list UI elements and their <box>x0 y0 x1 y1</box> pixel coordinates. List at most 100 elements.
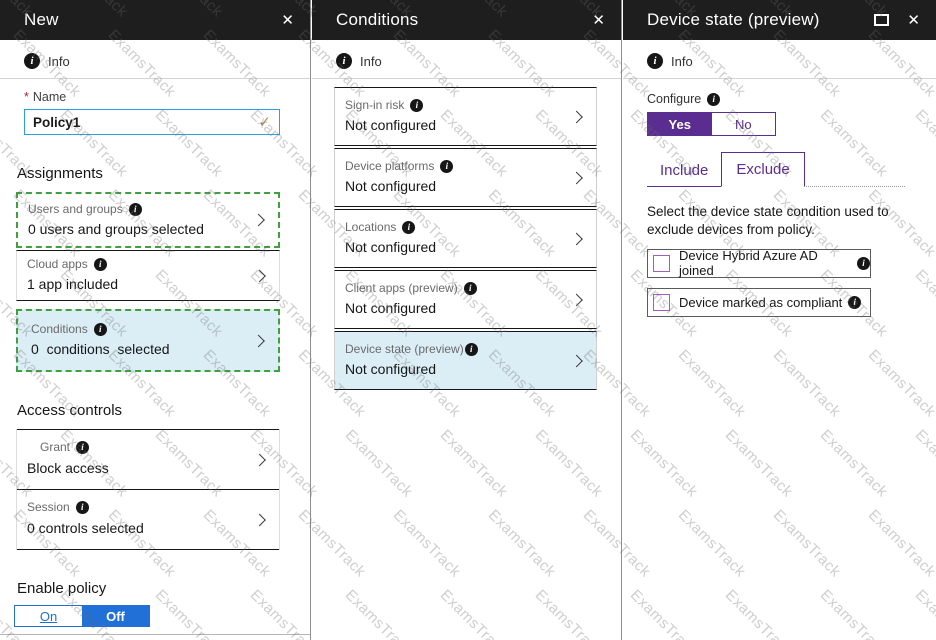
card-value: 1 app included <box>27 276 119 292</box>
card-value: Not configured <box>345 361 437 377</box>
close-icon[interactable]: ✕ <box>281 13 294 28</box>
option-marked-as-compliant[interactable]: Device marked as compliant i <box>647 287 871 317</box>
name-field-block: *Name ✓ <box>24 90 280 135</box>
card-users-and-groups[interactable]: Users and groups i 0 users and groups se… <box>16 192 280 248</box>
divider <box>0 78 310 79</box>
tab-exclude[interactable]: Exclude <box>721 152 805 187</box>
info-icon[interactable]: i <box>93 257 107 271</box>
name-field-label: * Name <box>24 90 280 104</box>
chevron-right-icon <box>570 293 583 306</box>
enable-policy-toggle: On Off <box>14 605 150 627</box>
info-label: Info <box>671 53 693 69</box>
configure-toggle: Yes No <box>647 112 776 136</box>
assignments-cards: Users and groups i 0 users and groups se… <box>0 192 310 372</box>
chevron-right-icon <box>570 110 583 123</box>
chevron-right-icon <box>252 334 265 347</box>
info-icon[interactable]: i <box>75 500 89 514</box>
option-label: Device Hybrid Azure AD joined <box>679 248 818 279</box>
info-icon[interactable]: i <box>464 342 478 356</box>
chevron-right-icon <box>252 213 265 227</box>
info-icon: i <box>336 53 352 69</box>
info-icon[interactable]: i <box>463 281 477 295</box>
azure-portal-blades: New ✕ i Info *Name ✓ Assignments Users a… <box>0 0 936 640</box>
card-device-platforms[interactable]: Device platforms i Not configured <box>334 148 597 207</box>
info-banner[interactable]: i Info <box>336 53 621 69</box>
enable-policy-heading: Enable policy <box>17 580 107 597</box>
option-hybrid-azure-ad-joined[interactable]: Device Hybrid Azure AD joined i <box>647 248 871 279</box>
card-value: Not configured <box>345 300 437 316</box>
blade-title: New <box>24 10 59 29</box>
info-banner[interactable]: i Info <box>647 53 936 69</box>
card-grant[interactable]: Grant i Block access <box>17 429 279 489</box>
info-icon[interactable]: i <box>707 92 721 106</box>
card-device-state[interactable]: Device state (preview) i Not configured <box>334 331 597 390</box>
card-cloud-apps[interactable]: Cloud apps i 1 app included <box>16 250 280 301</box>
card-value: Not configured <box>345 178 437 194</box>
checkbox[interactable] <box>653 293 670 311</box>
blade-title: Device state (preview) <box>647 10 820 29</box>
info-icon: i <box>24 53 40 69</box>
close-icon[interactable]: ✕ <box>592 13 605 28</box>
required-marker: * <box>24 90 29 104</box>
info-icon[interactable]: i <box>440 159 454 173</box>
blade-conditions: Conditions ✕ i Info Sign-in risk i Not c… <box>312 0 622 640</box>
valid-check-icon: ✓ <box>258 114 271 131</box>
conditions-cards: Sign-in risk i Not configured Device pla… <box>312 87 621 390</box>
card-value: 0 users and groups selected <box>28 221 204 237</box>
card-locations[interactable]: Locations i Not configured <box>334 209 597 268</box>
blade-new-header: New ✕ <box>0 0 310 40</box>
card-label: Grant <box>40 440 71 454</box>
chevron-right-icon <box>570 232 583 245</box>
configure-yes-option[interactable]: Yes <box>648 113 712 135</box>
card-label: Locations <box>345 220 397 234</box>
blade-new: New ✕ i Info *Name ✓ Assignments Users a… <box>0 0 311 640</box>
info-icon[interactable]: i <box>93 322 107 336</box>
blade-title: Conditions <box>336 10 419 29</box>
access-controls-cards: Grant i Block access Session i 0 control… <box>16 429 280 550</box>
card-value: Not configured <box>345 239 437 255</box>
blade-device-state-header: Device state (preview) ✕ <box>623 0 936 40</box>
info-icon[interactable]: i <box>857 256 870 270</box>
card-label: Device platforms <box>345 159 435 173</box>
close-icon[interactable]: ✕ <box>907 13 920 28</box>
maximize-icon[interactable] <box>874 14 890 26</box>
card-value: 0 controls selected <box>27 520 144 536</box>
card-sign-in-risk[interactable]: Sign-in risk i Not configured <box>334 87 597 146</box>
card-label: Session <box>27 500 70 514</box>
divider <box>623 78 936 79</box>
info-icon[interactable]: i <box>402 220 416 234</box>
toggle-on-option[interactable]: On <box>15 606 82 626</box>
info-label: Info <box>48 53 70 69</box>
tab-include[interactable]: Include <box>647 156 722 187</box>
checkbox[interactable] <box>653 254 670 272</box>
card-client-apps[interactable]: Client apps (preview) i Not configured <box>334 270 597 329</box>
card-label: Sign-in risk <box>345 98 405 112</box>
configure-no-option[interactable]: No <box>712 113 776 135</box>
chevron-right-icon <box>570 171 583 184</box>
card-value: 0 conditions selected <box>31 341 170 357</box>
option-label: Device marked as compliant <box>679 294 843 310</box>
card-session[interactable]: Session i 0 controls selected <box>17 489 279 550</box>
configure-label-row: Configure i <box>647 92 936 106</box>
info-icon[interactable]: i <box>848 295 862 309</box>
assignments-heading: Assignments <box>17 165 103 182</box>
card-label: Cloud apps <box>27 257 88 271</box>
card-label: Conditions <box>31 322 88 336</box>
card-label: Users and groups <box>28 202 123 216</box>
name-label-text: Name <box>32 90 67 104</box>
chevron-right-icon <box>253 453 266 466</box>
blade-device-state: Device state (preview) ✕ i Info Configur… <box>623 0 936 640</box>
exclude-description: Select the device state condition used t… <box>647 204 889 237</box>
toggle-off-option[interactable]: Off <box>82 606 149 626</box>
info-icon[interactable]: i <box>76 440 90 454</box>
card-value: Block access <box>27 460 109 476</box>
card-label: Device state (preview) <box>345 342 464 356</box>
chevron-right-icon <box>570 354 583 367</box>
info-banner[interactable]: i Info <box>24 53 310 69</box>
name-input[interactable] <box>33 114 259 130</box>
card-conditions[interactable]: Conditions i 0 conditions selected <box>16 309 280 372</box>
card-label: Client apps (preview) <box>345 281 458 295</box>
info-icon[interactable]: i <box>128 202 142 216</box>
blade-conditions-header: Conditions ✕ <box>312 0 621 40</box>
info-icon[interactable]: i <box>410 98 424 112</box>
